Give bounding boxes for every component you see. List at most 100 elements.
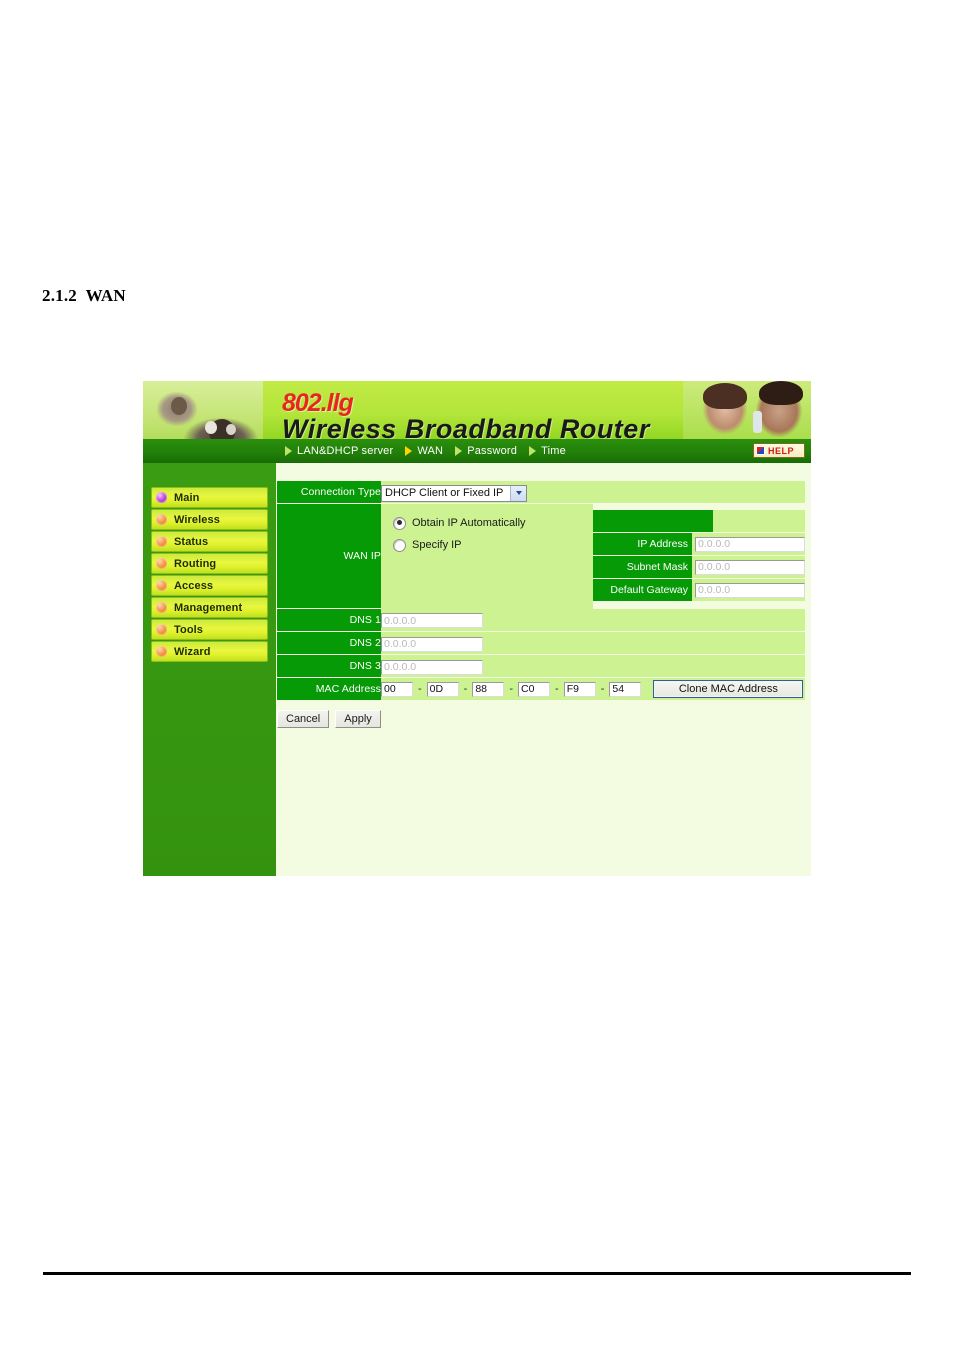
row-default-gateway: Default Gateway — [593, 579, 805, 603]
sidebar-item-access[interactable]: Access — [151, 575, 268, 596]
sidebar-item-label: Wireless — [174, 513, 220, 526]
row-ip-address: IP Address — [593, 533, 805, 557]
connection-type-cell: DHCP Client or Fixed IP — [381, 481, 805, 504]
purple-ball-icon — [156, 492, 167, 503]
empty-value — [713, 510, 805, 533]
ip-address-input[interactable] — [695, 536, 805, 552]
nav-label: WAN — [417, 445, 444, 457]
subnet-mask-cell — [692, 556, 805, 579]
sidebar-item-label: Tools — [174, 623, 204, 636]
dns-1-cell — [381, 608, 805, 632]
router-web-ui-screenshot: 802.llg Wireless Broadband Router LAN&DH… — [143, 381, 811, 876]
nav-label: Time — [541, 445, 566, 457]
sidebar-item-tools[interactable]: Tools — [151, 619, 268, 640]
wan-ip-mode-cell: Obtain IP Automatically Specify IP — [381, 503, 593, 609]
triangle-right-icon — [529, 446, 537, 456]
sidebar-item-status[interactable]: Status — [151, 531, 268, 552]
radio-specify-ip[interactable]: Specify IP — [381, 534, 593, 556]
sidebar-item-routing[interactable]: Routing — [151, 553, 268, 574]
row-connection-type: Connection Type DHCP Client or Fixed IP — [277, 481, 805, 504]
default-gateway-input[interactable] — [695, 582, 805, 598]
mac-address-label: MAC Address — [277, 677, 381, 701]
sidebar-item-label: Routing — [174, 557, 217, 570]
mac-octet-5[interactable] — [563, 681, 596, 697]
dns-2-input[interactable] — [381, 636, 483, 652]
mac-octet-2[interactable] — [426, 681, 459, 697]
sidebar-item-main[interactable]: Main — [151, 487, 268, 508]
connection-type-label: Connection Type — [277, 481, 381, 504]
connection-type-select[interactable]: DHCP Client or Fixed IP — [381, 484, 527, 502]
decorative-figure-d — [759, 381, 803, 405]
nav-label: LAN&DHCP server — [297, 445, 394, 457]
radio-icon-selected[interactable] — [393, 516, 406, 530]
row-mac-address: MAC Address - - - - - — [277, 677, 805, 701]
sidebar-item-wireless[interactable]: Wireless — [151, 509, 268, 530]
row-subnet-mask: Subnet Mask — [593, 556, 805, 580]
mac-octet-1[interactable] — [381, 681, 413, 697]
top-navigation-bar: LAN&DHCP server WAN Password Time HELP — [143, 439, 811, 463]
sidebar-item-management[interactable]: Management — [151, 597, 268, 618]
radio-icon-unselected[interactable] — [393, 538, 406, 552]
chevron-down-icon[interactable] — [510, 485, 526, 501]
mac-octet-3[interactable] — [472, 681, 505, 697]
headphones-icon — [205, 421, 217, 434]
nav-item-wan[interactable]: WAN — [401, 445, 447, 457]
content-pane: Connection Type DHCP Client or Fixed IP … — [276, 463, 811, 876]
row-dns-1: DNS 1 — [277, 608, 805, 632]
default-gateway-label: Default Gateway — [593, 579, 692, 602]
clone-mac-address-button[interactable]: Clone MAC Address — [653, 680, 804, 698]
wan-ip-spacer-row — [593, 510, 805, 534]
dns-3-input[interactable] — [381, 659, 483, 675]
radio-obtain-ip-automatically[interactable]: Obtain IP Automatically — [381, 512, 593, 534]
mac-octet-6[interactable] — [609, 681, 642, 697]
page-title: 2.1.2 WAN — [42, 286, 126, 305]
help-icon — [756, 446, 765, 455]
mac-address-cell: - - - - - Clone MAC Address — [381, 677, 805, 701]
decorative-figure-c — [703, 383, 747, 409]
sidebar-item-label: Wizard — [174, 645, 211, 658]
orange-ball-icon — [156, 624, 167, 635]
nav-item-password[interactable]: Password — [451, 445, 521, 457]
sidebar-item-label: Access — [174, 579, 214, 592]
default-gateway-cell — [692, 579, 805, 602]
product-banner: 802.llg Wireless Broadband Router LAN&DH… — [143, 381, 811, 463]
row-dns-3: DNS 3 — [277, 654, 805, 678]
orange-ball-icon — [156, 580, 167, 591]
mac-octet-4[interactable] — [518, 681, 551, 697]
nav-label: Password — [467, 445, 518, 457]
wan-ip-fields-cell: IP Address Subnet Mask Def — [593, 504, 805, 609]
sidebar-item-label: Status — [174, 535, 209, 548]
help-button[interactable]: HELP — [753, 443, 805, 458]
triangle-right-icon — [405, 446, 413, 456]
banner-photo-right — [683, 381, 811, 445]
dns-3-cell — [381, 654, 805, 678]
cancel-button[interactable]: Cancel — [277, 710, 330, 728]
sidebar: Main Wireless Status Routing Access Mana… — [143, 463, 276, 876]
mac-separator: - — [418, 683, 422, 695]
apply-button[interactable]: Apply — [335, 710, 381, 728]
ip-address-cell — [692, 533, 805, 556]
sidebar-item-wizard[interactable]: Wizard — [151, 641, 268, 662]
orange-ball-icon — [156, 558, 167, 569]
triangle-right-icon — [455, 446, 463, 456]
nav-item-lan-dhcp-server[interactable]: LAN&DHCP server — [281, 445, 397, 457]
footer-divider — [43, 1272, 911, 1275]
sidebar-menu: Main Wireless Status Routing Access Mana… — [151, 487, 268, 662]
orange-ball-icon — [156, 536, 167, 547]
empty-label — [593, 510, 713, 533]
row-dns-2: DNS 2 — [277, 631, 805, 655]
mac-address-group: - - - - - Clone MAC Address — [381, 680, 805, 698]
nav-item-time[interactable]: Time — [525, 445, 570, 457]
dns-1-input[interactable] — [381, 613, 483, 629]
wan-settings-form: Connection Type DHCP Client or Fixed IP … — [277, 481, 805, 701]
orange-ball-icon — [156, 514, 167, 525]
subnet-mask-input[interactable] — [695, 559, 805, 575]
sidebar-item-label: Management — [174, 601, 243, 614]
form-action-buttons: Cancel Apply — [276, 710, 811, 728]
dns-2-label: DNS 2 — [277, 631, 381, 655]
orange-ball-icon — [156, 602, 167, 613]
triangle-right-icon — [285, 446, 292, 456]
help-button-label: HELP — [768, 445, 795, 456]
